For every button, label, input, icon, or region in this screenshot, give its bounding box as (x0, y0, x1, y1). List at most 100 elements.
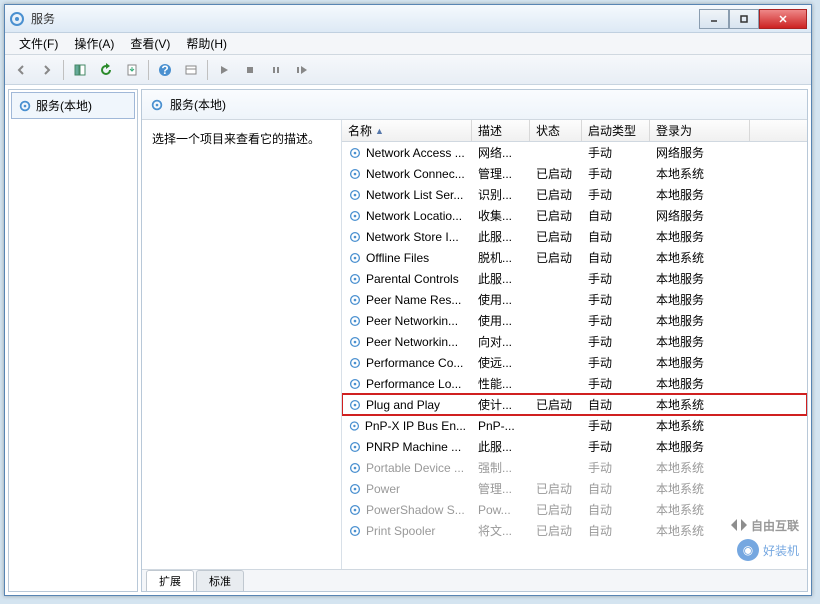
cell-startup: 手动 (582, 310, 650, 331)
cell-logon: 本地服务 (650, 352, 750, 373)
window-title: 服务 (31, 10, 699, 27)
service-row[interactable]: Parental Controls此服... 手动本地服务 (342, 268, 807, 289)
col-desc[interactable]: 描述 (472, 120, 530, 141)
cell-startup: 手动 (582, 373, 650, 394)
cell-name: Performance Lo... (342, 375, 472, 393)
menu-view[interactable]: 查看(V) (122, 33, 178, 54)
cell-logon: 本地系统 (650, 499, 750, 520)
cell-desc: 识别... (472, 184, 530, 205)
service-row[interactable]: Print Spooler将文...已启动自动本地系统 (342, 520, 807, 541)
service-row[interactable]: Performance Lo...性能...手动本地服务 (342, 373, 807, 394)
cell-name: Parental Controls (342, 270, 472, 288)
service-row[interactable]: Network Store I...此服...已启动自动本地服务 (342, 226, 807, 247)
properties-button[interactable] (179, 58, 203, 82)
cell-name: Print Spooler (342, 522, 472, 540)
service-row[interactable]: Network Access ...网络...手动网络服务 (342, 142, 807, 163)
cell-logon: 本地服务 (650, 331, 750, 352)
service-row[interactable]: PnP-X IP Bus En...PnP-...手动本地系统 (342, 415, 807, 436)
cell-startup: 手动 (582, 268, 650, 289)
gear-icon (348, 146, 362, 160)
menu-file[interactable]: 文件(F) (11, 33, 66, 54)
export-button[interactable] (120, 58, 144, 82)
pause-service-button[interactable] (264, 58, 288, 82)
cell-logon: 本地系统 (650, 247, 750, 268)
cell-status (530, 277, 582, 281)
col-status[interactable]: 状态 (530, 120, 582, 141)
tab-extended[interactable]: 扩展 (146, 570, 194, 591)
service-row[interactable]: Offline Files脱机...已启动自动本地系统 (342, 247, 807, 268)
services-rows[interactable]: Network Access ...网络...手动网络服务Network Con… (342, 142, 807, 569)
cell-status (530, 382, 582, 386)
service-row[interactable]: Network Locatio...收集...已启动自动网络服务 (342, 205, 807, 226)
cell-startup: 手动 (582, 331, 650, 352)
cell-startup: 自动 (582, 226, 650, 247)
cell-status: 已启动 (530, 184, 582, 205)
toolbar: ? (5, 55, 811, 85)
menu-help[interactable]: 帮助(H) (178, 33, 235, 54)
nav-services-local[interactable]: 服务(本地) (11, 92, 135, 119)
tab-standard[interactable]: 标准 (196, 570, 244, 591)
cell-desc: 此服... (472, 268, 530, 289)
service-row[interactable]: Peer Networkin...向对...手动本地服务 (342, 331, 807, 352)
gear-icon (348, 293, 362, 307)
gear-icon (348, 503, 362, 517)
cell-logon: 本地服务 (650, 268, 750, 289)
cell-desc: 使用... (472, 310, 530, 331)
cell-status: 已启动 (530, 205, 582, 226)
start-service-button[interactable] (212, 58, 236, 82)
minimize-button[interactable] (699, 9, 729, 29)
main-header-title: 服务(本地) (170, 96, 226, 113)
cell-desc: 使计... (472, 394, 530, 415)
service-row[interactable]: Plug and Play使计...已启动自动本地系统 (342, 394, 807, 415)
close-button[interactable] (759, 9, 807, 29)
cell-startup: 手动 (582, 352, 650, 373)
refresh-button[interactable] (94, 58, 118, 82)
col-name[interactable]: 名称▲ (342, 120, 472, 141)
service-row[interactable]: Performance Co...使远...手动本地服务 (342, 352, 807, 373)
cell-startup: 手动 (582, 436, 650, 457)
maximize-button[interactable] (729, 9, 759, 29)
cell-desc: 将文... (472, 520, 530, 541)
service-row[interactable]: Portable Device ...强制...手动本地系统 (342, 457, 807, 478)
cell-desc: 管理... (472, 478, 530, 499)
cell-startup: 手动 (582, 415, 650, 436)
stop-service-button[interactable] (238, 58, 262, 82)
nav-tree[interactable]: 服务(本地) (8, 89, 138, 592)
cell-logon: 本地服务 (650, 289, 750, 310)
titlebar[interactable]: 服务 (5, 5, 811, 33)
cell-status: 已启动 (530, 520, 582, 541)
cell-logon: 本地系统 (650, 415, 750, 436)
cell-name: PNRP Machine ... (342, 438, 472, 456)
body: 服务(本地) 服务(本地) 选择一个项目来查看它的描述。 名称▲ 描述 状态 启… (5, 85, 811, 595)
back-button[interactable] (9, 58, 33, 82)
description-pane: 选择一个项目来查看它的描述。 (142, 120, 342, 569)
service-row[interactable]: Peer Networkin...使用...手动本地服务 (342, 310, 807, 331)
service-row[interactable]: Network List Ser...识别...已启动手动本地服务 (342, 184, 807, 205)
services-window: 服务 文件(F) 操作(A) 查看(V) 帮助(H) ? 服务(本地 (4, 4, 812, 596)
col-startup[interactable]: 启动类型 (582, 120, 650, 141)
cell-startup: 自动 (582, 205, 650, 226)
restart-service-button[interactable] (290, 58, 314, 82)
help-button[interactable]: ? (153, 58, 177, 82)
show-hide-tree-button[interactable] (68, 58, 92, 82)
gear-icon (348, 230, 362, 244)
cell-logon: 本地服务 (650, 436, 750, 457)
service-row[interactable]: PowerShadow S...Pow...已启动自动本地系统 (342, 499, 807, 520)
forward-button[interactable] (35, 58, 59, 82)
gear-icon (348, 377, 362, 391)
cell-logon: 本地系统 (650, 394, 750, 415)
menubar: 文件(F) 操作(A) 查看(V) 帮助(H) (5, 33, 811, 55)
cell-name: Network Store I... (342, 228, 472, 246)
cell-desc: 此服... (472, 436, 530, 457)
cell-desc: PnP-... (472, 417, 530, 435)
cell-name: Peer Networkin... (342, 333, 472, 351)
cell-logon: 本地服务 (650, 310, 750, 331)
cell-name: Network Connec... (342, 165, 472, 183)
service-row[interactable]: Peer Name Res...使用...手动本地服务 (342, 289, 807, 310)
service-row[interactable]: PNRP Machine ...此服... 手动本地服务 (342, 436, 807, 457)
service-row[interactable]: Network Connec...管理...已启动手动本地系统 (342, 163, 807, 184)
gear-icon (348, 440, 362, 454)
menu-action[interactable]: 操作(A) (66, 33, 122, 54)
service-row[interactable]: Power管理...已启动自动本地系统 (342, 478, 807, 499)
col-logon[interactable]: 登录为 (650, 120, 750, 141)
